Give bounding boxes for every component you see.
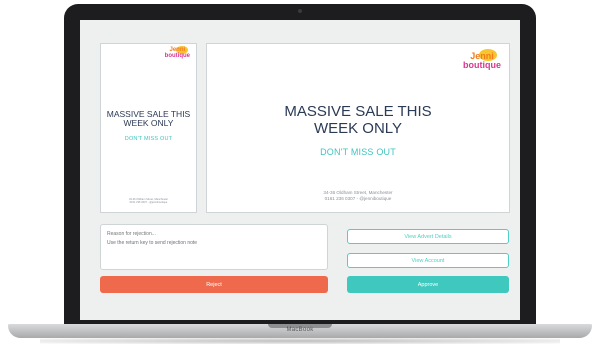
advert-address: 34-36 Oldham Street, Manchester 0161 236…: [207, 190, 509, 202]
contact-line: 0161 236 0307 - @jenniboutique: [324, 195, 392, 201]
approve-button[interactable]: Approve: [347, 276, 509, 293]
reject-button[interactable]: Reject: [100, 276, 328, 293]
advert-headline: MASSIVE SALE THIS WEEK ONLY: [106, 109, 191, 129]
view-account-button[interactable]: View Account: [347, 253, 509, 268]
logo-line2: boutique: [463, 59, 501, 70]
advert-subline: DON'T MISS OUT: [124, 136, 173, 142]
camera-icon: [298, 9, 302, 13]
rejection-reason-input[interactable]: [107, 231, 321, 237]
advert-subline: DON'T MISS OUT: [320, 147, 396, 157]
view-advert-details-button[interactable]: View Advert Details: [347, 229, 509, 244]
contact-line: 0161 236 0307 - @jenniboutique: [129, 201, 168, 205]
laptop-shadow: [40, 338, 560, 344]
advert-headline: MASSIVE SALE THIS WEEK ONLY: [284, 103, 432, 137]
advert-preview-portrait: Jenni boutique MASSIVE SALE THIS WEEK ON…: [100, 43, 197, 213]
device-brand: MacBook: [286, 327, 314, 333]
logo-line2: boutique: [164, 52, 190, 59]
rejection-reason-box[interactable]: Use the return key to send rejection not…: [100, 224, 328, 270]
rejection-hint: Use the return key to send rejection not…: [107, 240, 198, 246]
app-screen: Jenni boutique MASSIVE SALE THIS WEEK ON…: [80, 20, 520, 320]
laptop-base: MacBook: [8, 324, 592, 338]
brand-logo: Jenni boutique: [164, 47, 190, 59]
advert-address: 34-36 Oldham Street, Manchester 0161 236…: [101, 198, 196, 205]
brand-logo: Jenni boutique: [463, 52, 501, 69]
advert-preview-landscape: Jenni boutique MASSIVE SALE THIS WEEK ON…: [206, 43, 510, 213]
